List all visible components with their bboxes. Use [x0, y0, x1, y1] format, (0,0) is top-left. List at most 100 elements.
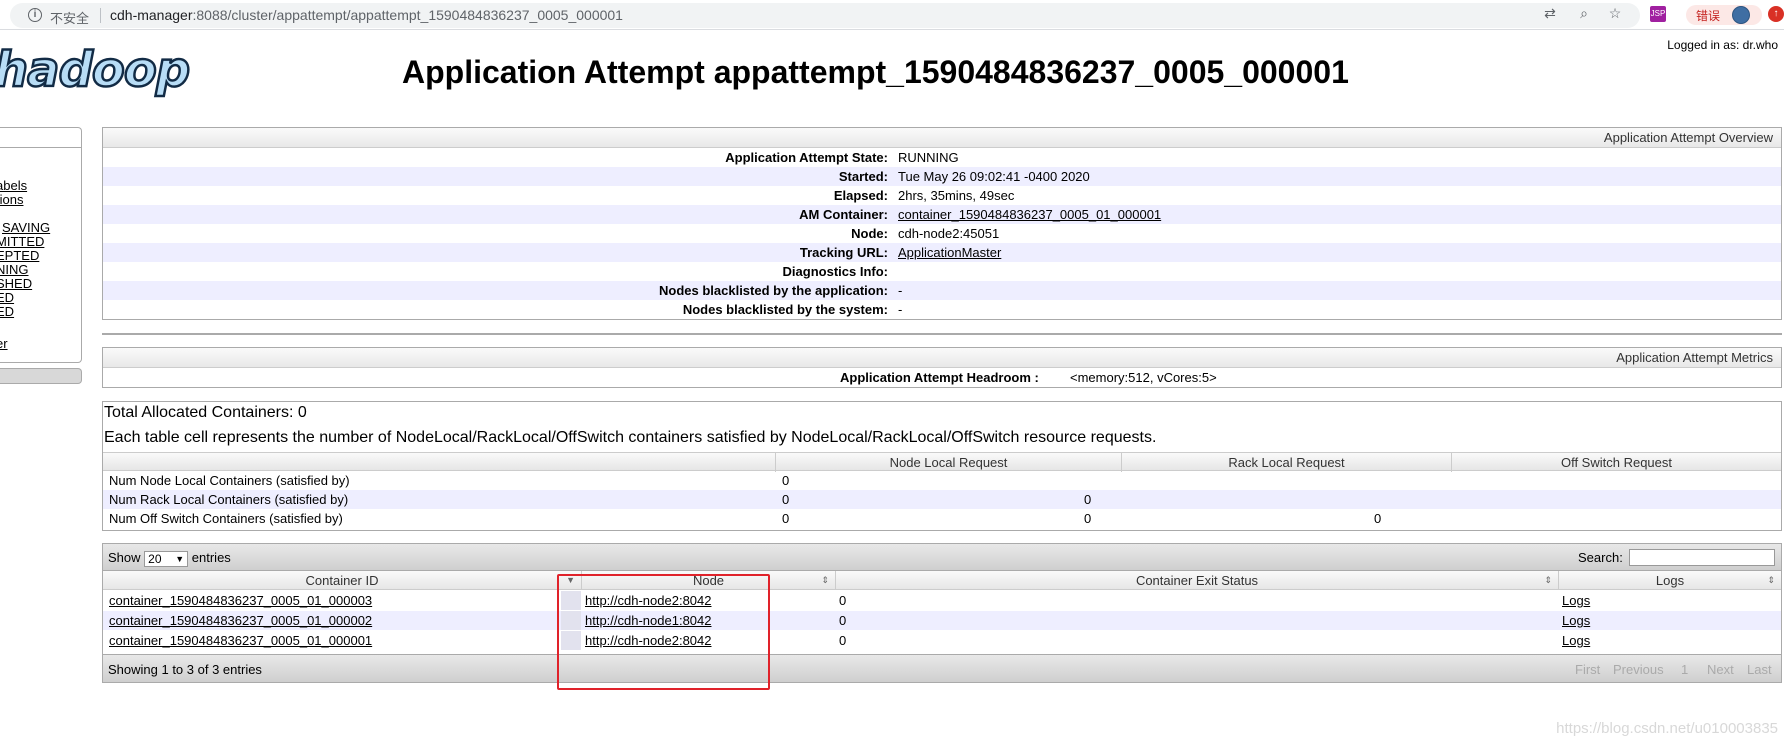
allocation-row-label: Num Off Switch Containers (satisfied by): [109, 511, 343, 526]
overview-heading: Application Attempt Overview: [103, 128, 1781, 148]
overview-value[interactable]: ApplicationMaster: [898, 243, 1001, 262]
col-container-id[interactable]: Container ID ▼: [103, 571, 581, 590]
nav-item-submitted[interactable]: MITTED: [0, 234, 44, 249]
zoom-icon[interactable]: ⌕: [1576, 5, 1592, 21]
col-logs[interactable]: Logs ⇕: [1558, 571, 1781, 590]
headroom-key: Application Attempt Headroom :: [840, 370, 1039, 385]
col-container-id-label: Container ID: [305, 573, 379, 588]
watermark: https://blog.csdn.net/u010003835: [1556, 720, 1778, 737]
overview-value: cdh-node2:45051: [898, 226, 1000, 241]
pager-next[interactable]: Next: [1707, 662, 1734, 677]
pager-first[interactable]: First: [1575, 662, 1600, 677]
allocation-col-off-switch: Off Switch Request: [1451, 453, 1781, 472]
overview-key: Elapsed:: [833, 188, 888, 203]
overview-key: Node:: [851, 226, 888, 241]
nav-item-killed[interactable]: ED: [0, 304, 14, 319]
sort-icon: ⇕: [1544, 575, 1552, 585]
page-size-value: 20: [148, 551, 162, 566]
logged-in-user: Logged in as: dr.who: [1667, 38, 1778, 52]
table-row: container_1590484836237_0005_01_000001 ht…: [103, 631, 1781, 650]
search-label: Search:: [1578, 550, 1623, 565]
overview-row: Nodes blacklisted by the system: -: [103, 300, 1781, 319]
star-icon[interactable]: ☆: [1607, 5, 1623, 21]
nav-item-running[interactable]: NING: [0, 262, 29, 277]
overview-key: Nodes blacklisted by the system:: [682, 302, 888, 317]
info-icon[interactable]: i: [28, 8, 42, 22]
pager-page-1[interactable]: 1: [1681, 662, 1688, 677]
attempt-overview-panel: Application Attempt Overview Application…: [102, 127, 1782, 320]
overview-value[interactable]: container_1590484836237_0005_01_000001: [898, 205, 1161, 224]
url-host: cdh-manager: [110, 7, 193, 23]
overview-row: Nodes blacklisted by the application: -: [103, 281, 1781, 300]
attempt-metrics-panel: Application Attempt Metrics Application …: [102, 347, 1782, 388]
allocation-description: Each table cell represents the number of…: [104, 429, 1157, 446]
allocation-cell: 0: [1374, 511, 1382, 526]
allocation-header-row: Node Local Request Rack Local Request Of…: [103, 452, 1781, 472]
overview-row: Elapsed: 2hrs, 35mins, 49sec: [103, 186, 1781, 205]
allocation-cell: 0: [782, 511, 790, 526]
pager-previous[interactable]: Previous: [1613, 662, 1664, 677]
logs-link[interactable]: Logs: [1562, 631, 1590, 650]
update-icon[interactable]: ↑: [1768, 6, 1784, 22]
overview-row: Diagnostics Info:: [103, 262, 1781, 281]
address-separator: [100, 8, 101, 23]
overview-row: Started: Tue May 26 09:02:41 -0400 2020: [103, 167, 1781, 186]
allocation-col-node-local: Node Local Request: [775, 453, 1121, 472]
table-footer: Showing 1 to 3 of 3 entries First Previo…: [103, 654, 1781, 682]
container-id-link[interactable]: container_1590484836237_0005_01_000003: [109, 591, 372, 610]
left-nav-tools-header[interactable]: [0, 368, 82, 384]
table-row: container_1590484836237_0005_01_000003 ht…: [103, 591, 1781, 610]
overview-value: -: [898, 302, 903, 317]
overview-value: Tue May 26 09:02:41 -0400 2020: [898, 169, 1090, 184]
translate-icon[interactable]: ⇄: [1542, 5, 1558, 21]
nav-item-applications[interactable]: tions: [0, 192, 23, 207]
allocation-row: Num Rack Local Containers (satisfied by)…: [103, 490, 1781, 509]
container-id-link[interactable]: container_1590484836237_0005_01_000002: [109, 611, 372, 630]
url-text[interactable]: cdh-manager:8088/cluster/appattempt/appa…: [110, 7, 623, 23]
overview-row: Tracking URL: ApplicationMaster: [103, 243, 1781, 262]
containers-table: Show 20 ▼ entries Search: Container ID ▼ N…: [102, 543, 1782, 683]
overview-row: Application Attempt State: RUNNING: [103, 148, 1781, 167]
nav-item-scheduler[interactable]: er: [0, 336, 8, 351]
allocation-row: Num Node Local Containers (satisfied by)…: [103, 471, 1781, 490]
col-exit-status-label: Container Exit Status: [1135, 573, 1259, 588]
sort-icon: ⇕: [1767, 575, 1775, 585]
headroom-value: <memory:512, vCores:5>: [1070, 370, 1217, 385]
nav-item-failed[interactable]: ED: [0, 290, 14, 305]
browser-toolbar: i 不安全 cdh-manager:8088/cluster/appattemp…: [0, 0, 1784, 30]
exit-status-cell: 0: [839, 613, 847, 628]
allocation-col-label: [103, 453, 775, 472]
nav-item-node-labels[interactable]: abels: [0, 178, 27, 193]
logs-link[interactable]: Logs: [1562, 611, 1590, 630]
nav-item-finished[interactable]: SHED: [0, 276, 32, 291]
allocation-panel: Total Allocated Containers: 0 Each table…: [102, 401, 1782, 531]
security-label[interactable]: 不安全: [50, 8, 89, 27]
allocation-cell: 0: [782, 492, 790, 507]
error-profile-button[interactable]: 错误: [1686, 5, 1762, 25]
nav-item-new-saving[interactable]: SAVING: [2, 220, 50, 235]
headroom-row: Application Attempt Headroom : <memory:5…: [103, 368, 1781, 387]
nav-item-accepted[interactable]: EPTED: [0, 248, 39, 263]
allocation-cell: 0: [1084, 492, 1092, 507]
chevron-down-icon: ▼: [175, 553, 185, 564]
url-path: :8088/cluster/appattempt/appattempt_1590…: [192, 7, 623, 23]
search-input[interactable]: [1629, 549, 1775, 566]
address-bar[interactable]: i 不安全 cdh-manager:8088/cluster/appattemp…: [10, 3, 1640, 28]
overview-row: AM Container: container_1590484836237_000…: [103, 205, 1781, 224]
overview-key: Started:: [838, 169, 888, 184]
extension-icon[interactable]: JSP: [1650, 6, 1666, 22]
table-info: Showing 1 to 3 of 3 entries: [108, 662, 262, 677]
col-exit-status[interactable]: Container Exit Status ⇕: [835, 571, 1558, 590]
avatar-icon: [1732, 6, 1750, 24]
overview-key: AM Container:: [799, 207, 888, 222]
col-logs-label: Logs: [1655, 573, 1685, 588]
page-size-select[interactable]: 20 ▼: [144, 550, 189, 567]
logs-link[interactable]: Logs: [1562, 591, 1590, 610]
overview-row: Node: cdh-node2:45051: [103, 224, 1781, 243]
overview-value: 2hrs, 35mins, 49sec: [898, 188, 1015, 203]
hadoop-logo[interactable]: hadoop: [0, 43, 191, 98]
container-id-link[interactable]: container_1590484836237_0005_01_000001: [109, 631, 372, 650]
allocation-cell: 0: [1084, 511, 1092, 526]
pager-last[interactable]: Last: [1747, 662, 1772, 677]
overview-key: Application Attempt State:: [725, 150, 888, 165]
